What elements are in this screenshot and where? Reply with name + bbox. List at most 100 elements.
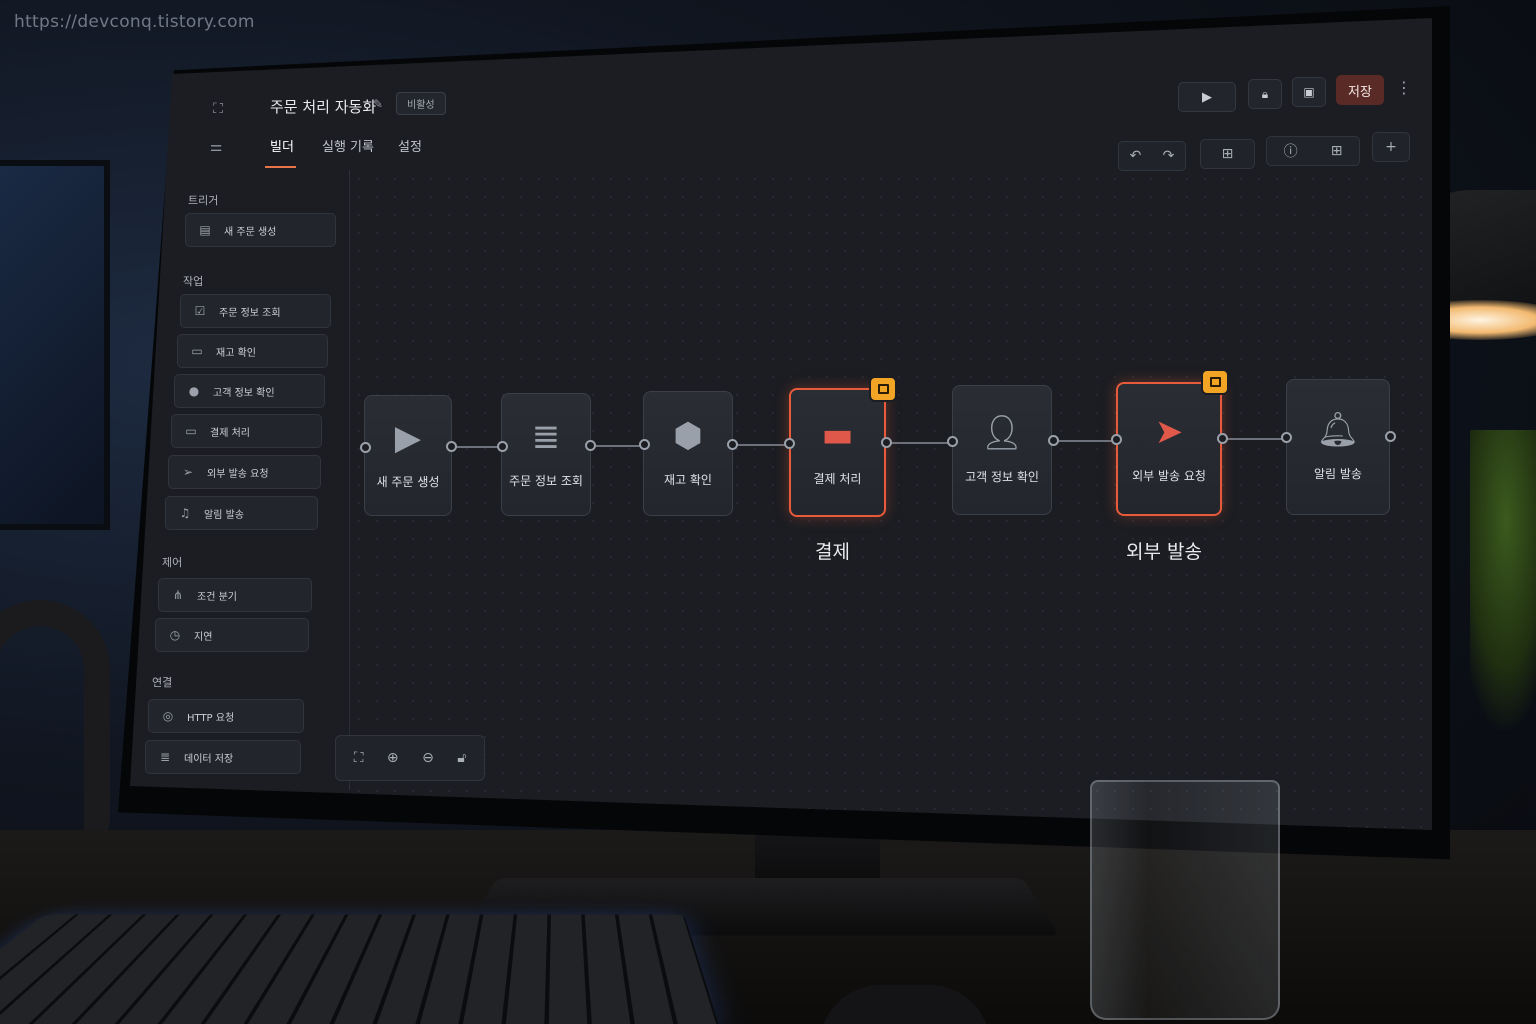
workflow-node-new-order[interactable]: ▶ 새 주문 생성 (364, 395, 452, 516)
plant (1470, 430, 1536, 730)
info-icon[interactable]: ⓘ (1284, 141, 1298, 161)
palette-item-label: 고객 정보 확인 (213, 387, 275, 399)
node-label: 주문 정보 조회 (509, 474, 583, 488)
more-options-icon[interactable]: ⋮ (1396, 78, 1412, 97)
grid-icon[interactable]: ⊞ (1331, 143, 1343, 159)
filter-icon[interactable]: ⚌ (203, 134, 229, 160)
palette-item-label: 새 주문 생성 (224, 226, 277, 238)
undo-redo-group: ↶ ↷ (1118, 141, 1186, 171)
lock-canvas-icon[interactable]: 🔓︎ (457, 750, 466, 766)
lock-icon[interactable] (1201, 369, 1229, 395)
edge (887, 442, 955, 444)
database-icon: ≣ (531, 417, 561, 457)
zoom-out-icon[interactable]: ⊖ (422, 750, 434, 766)
view-group: ⓘ ⊞ (1266, 136, 1360, 166)
watermark-url: https://devconq.tistory.com (14, 12, 255, 32)
workflow-node-stock-check[interactable]: ⬢ 재고 확인 (643, 391, 733, 516)
undo-icon[interactable]: ↶ (1130, 148, 1142, 164)
palette-item-notification[interactable]: ♫ 알림 발송 (165, 496, 318, 530)
tab-settings[interactable]: 설정 (398, 136, 422, 155)
plus-icon: + (1385, 139, 1397, 155)
zoom-in-icon[interactable]: ⊕ (387, 750, 399, 766)
node-label: 새 주문 생성 (376, 475, 440, 489)
trigger-doc-icon: ▤ (199, 223, 211, 237)
export-icon: ▣ (1303, 85, 1315, 99)
node-label: 결제 처리 (813, 472, 862, 486)
run-button[interactable]: ▶ (1178, 82, 1236, 112)
section-control: 제어 (162, 556, 183, 569)
section-trigger: 트리거 (188, 194, 219, 207)
bell-icon: 🔔︎ (1316, 409, 1360, 450)
palette-item-new-order[interactable]: ▤ 새 주문 생성 (185, 213, 336, 247)
workflow-node-external-send[interactable]: ➤ 외부 발송 요청 (1116, 382, 1222, 516)
redo-icon[interactable]: ↷ (1163, 148, 1175, 164)
palette-item-external-send[interactable]: ➢ 외부 발송 요청 (168, 455, 321, 489)
input-port[interactable] (1281, 432, 1292, 443)
input-port[interactable] (639, 439, 650, 450)
lock-button[interactable]: 🔒︎ (1248, 79, 1282, 109)
box-icon: ⬢ (673, 416, 703, 456)
send-icon: ➢ (182, 465, 194, 479)
palette-item-customer-check[interactable]: ● 고객 정보 확인 (174, 374, 325, 408)
save-button[interactable]: 저장 (1336, 75, 1384, 105)
palette-item-order-lookup[interactable]: ☑ 주문 정보 조회 (180, 294, 331, 328)
status-badge: 비활성 (396, 92, 446, 115)
wall-picture-frame (0, 160, 110, 530)
workflow-node-payment[interactable]: ▬ 결제 처리 (789, 388, 886, 517)
input-port[interactable] (1111, 434, 1122, 445)
workflow-node-notification[interactable]: 🔔︎ 알림 발송 (1286, 379, 1390, 515)
add-node-button[interactable]: ⊞ (1200, 139, 1255, 169)
user-icon: 👤︎ (980, 412, 1024, 453)
output-port[interactable] (585, 440, 596, 451)
input-port[interactable] (360, 442, 371, 453)
input-port[interactable] (947, 436, 958, 447)
edge (733, 444, 791, 446)
palette-item-data-store[interactable]: ≣ 데이터 저장 (145, 740, 301, 774)
lock-icon[interactable] (869, 376, 897, 402)
doc-check-icon: ☑ (194, 304, 206, 318)
tab-run-history[interactable]: 실행 기록 (322, 136, 374, 155)
input-port[interactable] (497, 441, 508, 452)
keyboard (0, 914, 721, 1024)
workflow-node-customer-check[interactable]: 👤︎ 고객 정보 확인 (952, 385, 1052, 515)
palette-item-condition[interactable]: ⋔ 조건 분기 (158, 578, 312, 612)
canvas-zoom-toolbar: ⛶ ⊕ ⊖ 🔓︎ (335, 735, 485, 781)
output-port[interactable] (1385, 431, 1396, 442)
workflow-title: 주문 처리 자동화 (270, 98, 377, 116)
edit-pencil-icon[interactable]: ✎ (373, 97, 383, 111)
card-icon: ▭ (185, 424, 197, 438)
output-port[interactable] (1048, 435, 1059, 446)
headphones (0, 600, 110, 840)
branch-icon: ⋔ (172, 588, 184, 602)
workflow-node-order-lookup[interactable]: ≣ 주문 정보 조회 (501, 393, 591, 516)
expand-icon[interactable]: ⛶ (205, 96, 231, 122)
palette-item-label: 재고 확인 (216, 347, 256, 359)
active-tab-indicator (265, 166, 296, 168)
palette-item-label: 데이터 저장 (184, 753, 234, 765)
export-button[interactable]: ▣ (1292, 77, 1326, 107)
palette-item-stock-check[interactable]: ▭ 재고 확인 (177, 334, 328, 368)
palette-item-label: 지연 (194, 631, 213, 643)
add-button[interactable]: + (1372, 132, 1410, 162)
palette-item-label: 결제 처리 (210, 427, 250, 439)
node-label: 외부 발송 요청 (1132, 468, 1206, 483)
edge (1223, 438, 1288, 440)
palette-item-http[interactable]: ◎ HTTP 요청 (148, 699, 304, 733)
input-port[interactable] (784, 438, 795, 449)
bell-icon: ♫ (179, 506, 191, 520)
palette-item-payment[interactable]: ▭ 결제 처리 (171, 414, 322, 448)
palette-item-delay[interactable]: ◷ 지연 (155, 618, 309, 652)
node-caption-external-send: 외부 발송 (1126, 541, 1202, 563)
output-port[interactable] (727, 439, 738, 450)
output-port[interactable] (446, 441, 457, 452)
section-actions: 작업 (183, 275, 204, 288)
tab-builder[interactable]: 빌더 (270, 136, 294, 155)
edge (591, 445, 646, 447)
output-port[interactable] (881, 437, 892, 448)
output-port[interactable] (1217, 433, 1228, 444)
section-connection: 연결 (152, 676, 173, 689)
palette-item-label: 알림 발송 (204, 509, 244, 521)
box-icon: ▭ (191, 344, 203, 358)
add-box-icon: ⊞ (1221, 146, 1234, 162)
fit-view-icon[interactable]: ⛶ (354, 750, 364, 766)
